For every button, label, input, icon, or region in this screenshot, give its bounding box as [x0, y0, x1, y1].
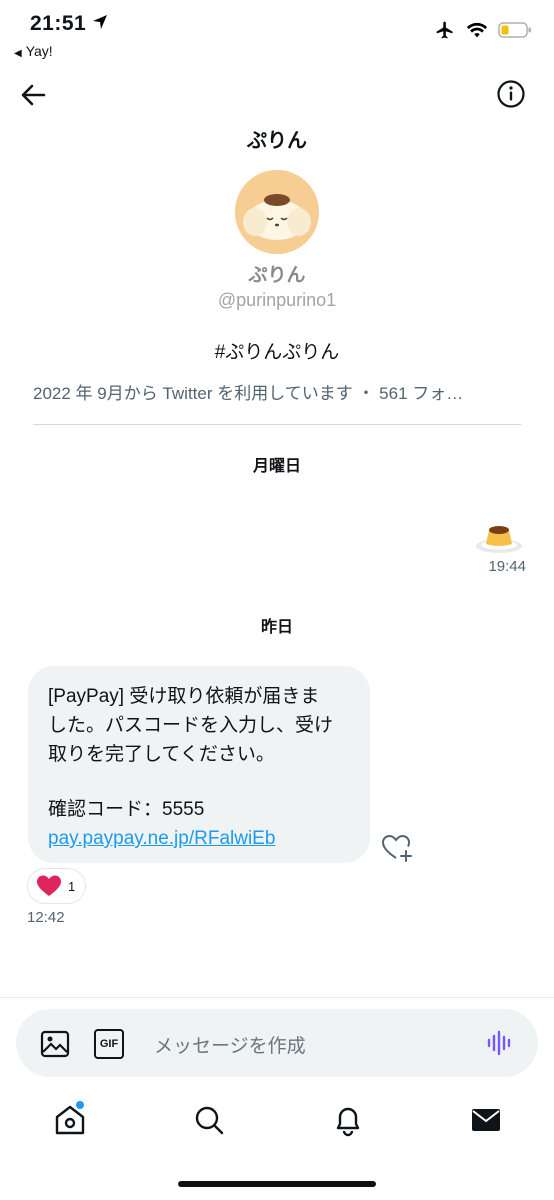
- voice-icon[interactable]: [486, 1029, 514, 1057]
- search-icon[interactable]: [192, 1103, 226, 1137]
- pudding-emoji-message[interactable]: [474, 516, 524, 556]
- day-label-yesterday: 昨日: [260, 619, 293, 636]
- location-arrow-icon: [93, 15, 107, 29]
- back-arrow-icon[interactable]: [18, 80, 48, 110]
- received-message-bubble[interactable]: [PayPay] 受け取り依頼が届きま した。パスコードを入力し、受け 取りを完…: [28, 666, 370, 863]
- heart-icon: [37, 875, 61, 896]
- avatar-character-icon: [235, 170, 319, 254]
- message-input[interactable]: メッセージを作成: [154, 1031, 306, 1058]
- day-label-monday: 月曜日: [252, 458, 301, 475]
- mail-icon[interactable]: [469, 1103, 503, 1137]
- home-indicator: [178, 1181, 376, 1187]
- add-reaction-icon[interactable]: [381, 833, 413, 863]
- divider: [33, 424, 521, 425]
- back-to-app-link[interactable]: ◀ Yay!: [14, 43, 53, 59]
- info-icon[interactable]: [496, 79, 526, 109]
- battery-icon: [498, 22, 531, 38]
- status-icons: [434, 20, 532, 40]
- message-spacer: [48, 769, 350, 795]
- message-composer: GIF メッセージを作成: [16, 1009, 538, 1077]
- reaction-count: 1: [68, 878, 76, 894]
- message-line: 取りを完了してください。: [48, 744, 275, 765]
- gif-icon[interactable]: GIF: [94, 1029, 124, 1059]
- status-time: 21:51: [30, 12, 87, 35]
- gif-label: GIF: [99, 1038, 119, 1050]
- message-line: [PayPay] 受け取り依頼が届きま: [48, 686, 320, 707]
- profile-name: ぷりん: [248, 265, 306, 286]
- profile-handle: @purinpurino1: [217, 290, 337, 310]
- notification-dot: [76, 1101, 84, 1109]
- composer-divider: [0, 997, 554, 998]
- profile-bio: #ぷりんぷりん: [214, 342, 340, 363]
- sent-time: 19:44: [488, 558, 526, 575]
- wifi-icon: [466, 22, 488, 38]
- reaction-badge[interactable]: 1: [27, 868, 87, 904]
- message-code: 確認コード：5555: [48, 799, 205, 820]
- avatar[interactable]: [235, 170, 319, 254]
- image-icon[interactable]: [40, 1029, 70, 1059]
- message-line: した。パスコードを入力し、受け: [48, 715, 334, 736]
- airplane-icon: [436, 21, 453, 39]
- back-app-label: Yay!: [25, 43, 53, 59]
- conversation-title: ぷりん: [247, 130, 307, 152]
- message-link[interactable]: pay.paypay.ne.jp/RFalwiEb: [48, 824, 350, 853]
- received-time: 12:42: [27, 909, 65, 926]
- profile-meta: 2022 年 9月から Twitter を利用しています ・ 561 フォ…: [33, 384, 464, 403]
- bell-icon[interactable]: [331, 1103, 365, 1137]
